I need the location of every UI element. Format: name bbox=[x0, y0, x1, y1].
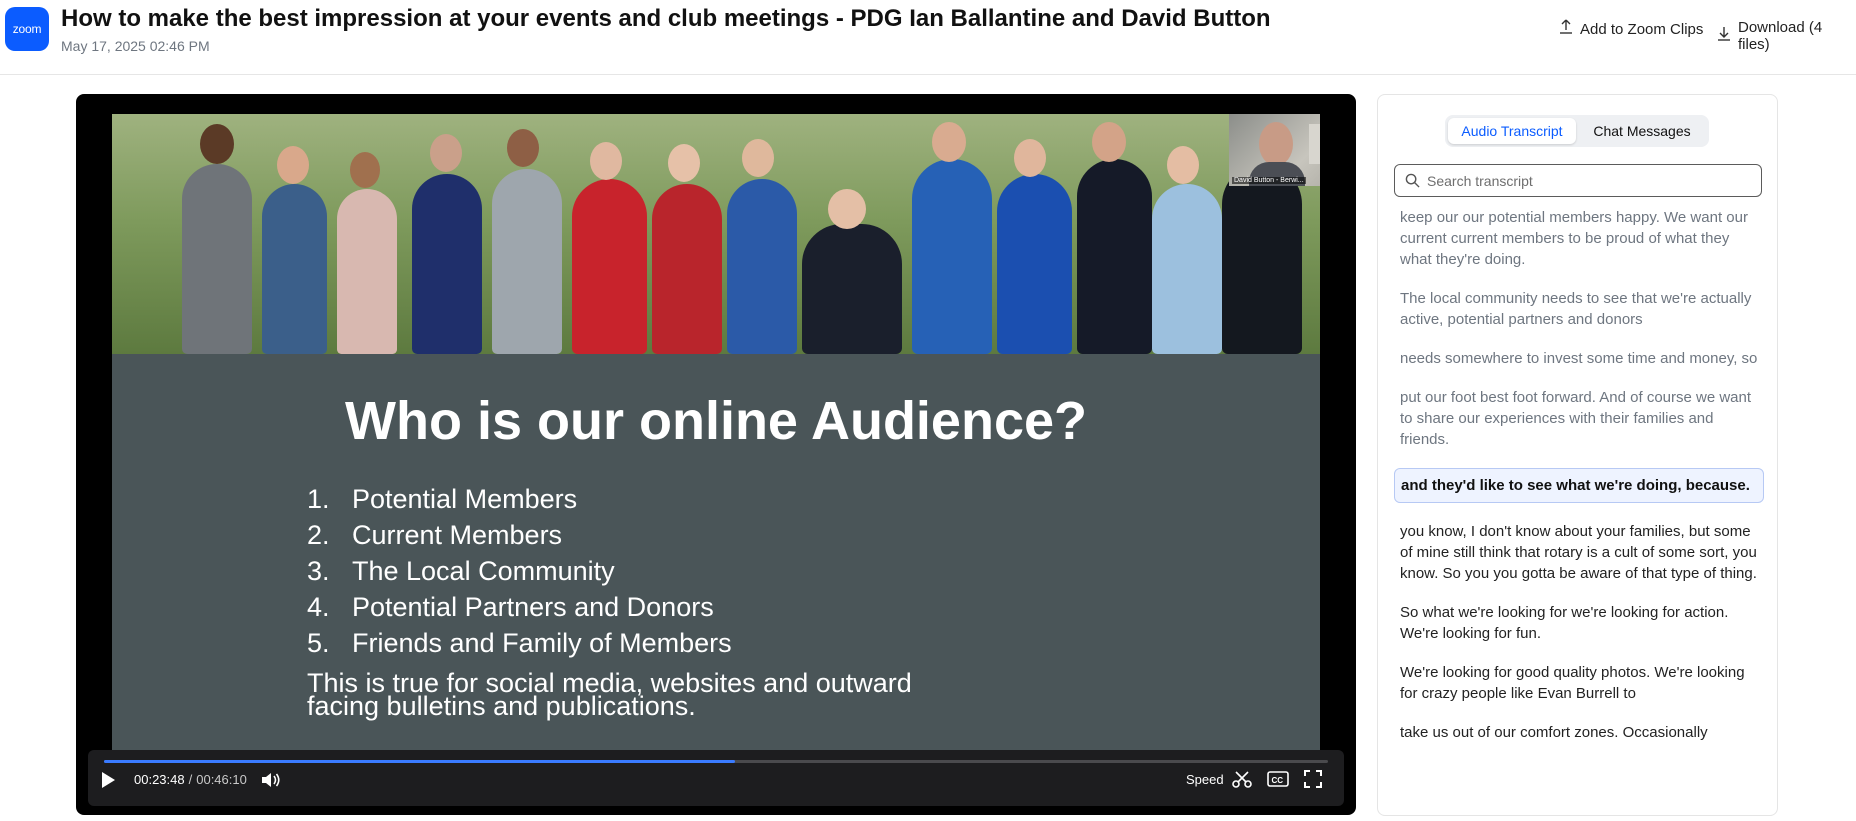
group-photo bbox=[112, 114, 1320, 354]
download-label: Download (4 files) bbox=[1738, 19, 1823, 53]
slide-list-item: 1. Potential Members bbox=[307, 484, 578, 514]
slide-list-item: 5. Friends and Family of Members bbox=[307, 628, 732, 658]
progress-fill bbox=[104, 760, 735, 763]
transcript-segment[interactable]: keep our our potential members happy. We… bbox=[1394, 207, 1764, 270]
transcript-segment[interactable]: put our foot best foot forward. And of c… bbox=[1394, 387, 1764, 450]
transcript-segment[interactable]: you know, I don't know about your famili… bbox=[1394, 521, 1764, 584]
transcript-list: keep our our potential members happy. We… bbox=[1394, 207, 1764, 782]
upload-icon bbox=[1558, 19, 1574, 39]
download-button[interactable]: Download (4 files) bbox=[1716, 19, 1856, 53]
slide-list-item: 2. Current Members bbox=[307, 520, 563, 550]
add-to-zoom-clips-label: Add to Zoom Clips bbox=[1580, 20, 1704, 38]
speaker-video-thumbnail: David Button - Berwi... bbox=[1229, 114, 1320, 186]
svg-text:CC: CC bbox=[1272, 776, 1284, 785]
player-controls: 00:23:48 / 00:46:10 Speed CC bbox=[88, 750, 1344, 806]
search-input[interactable] bbox=[1425, 169, 1749, 193]
panel-tabs: Audio Transcript Chat Messages bbox=[1445, 115, 1709, 147]
duration: 00:46:10 bbox=[196, 772, 247, 787]
play-button[interactable] bbox=[100, 770, 122, 792]
transcript-segment[interactable]: take us out of our comfort zones. Occasi… bbox=[1394, 722, 1764, 743]
volume-icon bbox=[260, 771, 282, 792]
recording-title: How to make the best impression at your … bbox=[61, 5, 1271, 32]
current-time: 00:23:48 bbox=[134, 772, 185, 787]
tab-audio-transcript[interactable]: Audio Transcript bbox=[1448, 118, 1576, 144]
recording-header: zoom How to make the best impression at … bbox=[0, 0, 1856, 75]
fullscreen-button[interactable] bbox=[1304, 770, 1322, 791]
zoom-logo: zoom bbox=[5, 7, 49, 51]
clip-button[interactable] bbox=[1232, 770, 1252, 791]
transcript-search[interactable] bbox=[1394, 164, 1762, 197]
captions-button[interactable]: CC bbox=[1267, 770, 1289, 791]
download-icon bbox=[1716, 26, 1732, 46]
time-separator: / bbox=[188, 772, 193, 787]
transcript-panel: Audio Transcript Chat Messages keep our … bbox=[1377, 94, 1778, 816]
slide-list-item: 4. Potential Partners and Donors bbox=[307, 592, 714, 622]
speaker-name-label: David Button - Berwi... bbox=[1232, 177, 1306, 184]
video-player[interactable]: Who is our online Audience? 1. Potential … bbox=[76, 94, 1356, 815]
add-to-zoom-clips-button[interactable]: Add to Zoom Clips bbox=[1558, 19, 1703, 39]
closed-captions-icon: CC bbox=[1267, 770, 1289, 791]
volume-button[interactable] bbox=[260, 770, 284, 792]
scissors-icon bbox=[1232, 770, 1252, 791]
shared-slide: Who is our online Audience? 1. Potential … bbox=[112, 114, 1320, 794]
speed-button[interactable]: Speed bbox=[1186, 772, 1224, 787]
fullscreen-icon bbox=[1304, 770, 1322, 791]
time-display: 00:23:48 / 00:46:10 bbox=[134, 772, 247, 787]
transcript-segment[interactable]: We're looking for good quality photos. W… bbox=[1394, 662, 1764, 704]
transcript-segment[interactable]: needs somewhere to invest some time and … bbox=[1394, 348, 1764, 369]
speed-label: Speed bbox=[1186, 772, 1224, 787]
slide-list-item: 3. The Local Community bbox=[307, 556, 615, 586]
transcript-segment[interactable]: So what we're looking for we're looking … bbox=[1394, 602, 1764, 644]
slide-list: 1. Potential Members 2. Current Members 3.… bbox=[307, 484, 732, 664]
transcript-segment-active[interactable]: and they'd like to see what we're doing,… bbox=[1394, 468, 1764, 503]
slide-title: Who is our online Audience? bbox=[345, 391, 1087, 451]
progress-bar[interactable] bbox=[104, 760, 1328, 763]
recording-date: May 17, 2025 02:46 PM bbox=[61, 38, 210, 54]
transcript-segment[interactable]: The local community needs to see that we… bbox=[1394, 288, 1764, 330]
play-icon bbox=[100, 771, 116, 792]
slide-note: This is true for social media, websites … bbox=[307, 668, 912, 721]
tab-chat-messages[interactable]: Chat Messages bbox=[1578, 118, 1706, 144]
